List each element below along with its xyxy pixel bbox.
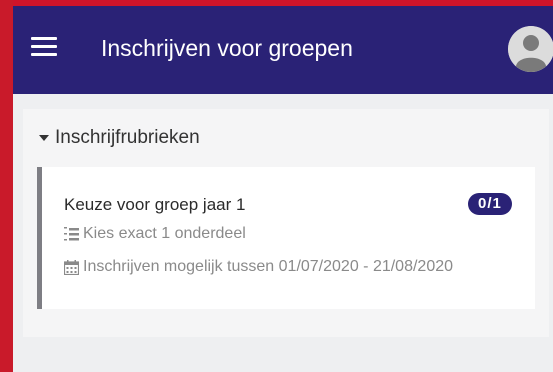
page-title: Inschrijven voor groepen: [101, 35, 353, 61]
registration-card[interactable]: Keuze voor groep jaar 1 0/1 Kies exact 1…: [37, 167, 535, 309]
app-bar: Inschrijven voor groepen: [13, 6, 553, 94]
window-border-left: [0, 0, 13, 372]
app-container: Inschrijven voor groepen Inschrijfrubrie…: [13, 6, 553, 372]
screen: Inschrijven voor groepen Inschrijfrubrie…: [0, 0, 553, 372]
content-panel: Inschrijfrubrieken Keuze voor groep jaar…: [23, 109, 549, 337]
selection-rule-text: Kies exact 1 onderdeel: [83, 225, 246, 242]
card-title: Keuze voor groep jaar 1: [64, 195, 246, 214]
user-avatar-icon[interactable]: [508, 26, 553, 72]
selection-count-badge: 0/1: [468, 193, 512, 215]
selection-rule: Kies exact 1 onderdeel: [64, 225, 246, 243]
hamburger-menu-icon[interactable]: [31, 37, 57, 57]
section-title: Inschrijfrubrieken: [55, 127, 200, 148]
calendar-icon: [64, 259, 79, 275]
section-toggle[interactable]: Inschrijfrubrieken: [39, 126, 200, 150]
registration-period-text: Inschrijven mogelijk tussen 01/07/2020 -…: [83, 258, 454, 275]
registration-period: Inschrijven mogelijk tussen 01/07/2020 -…: [64, 258, 453, 276]
numbered-list-icon: [64, 226, 79, 240]
caret-down-icon: [39, 135, 49, 141]
